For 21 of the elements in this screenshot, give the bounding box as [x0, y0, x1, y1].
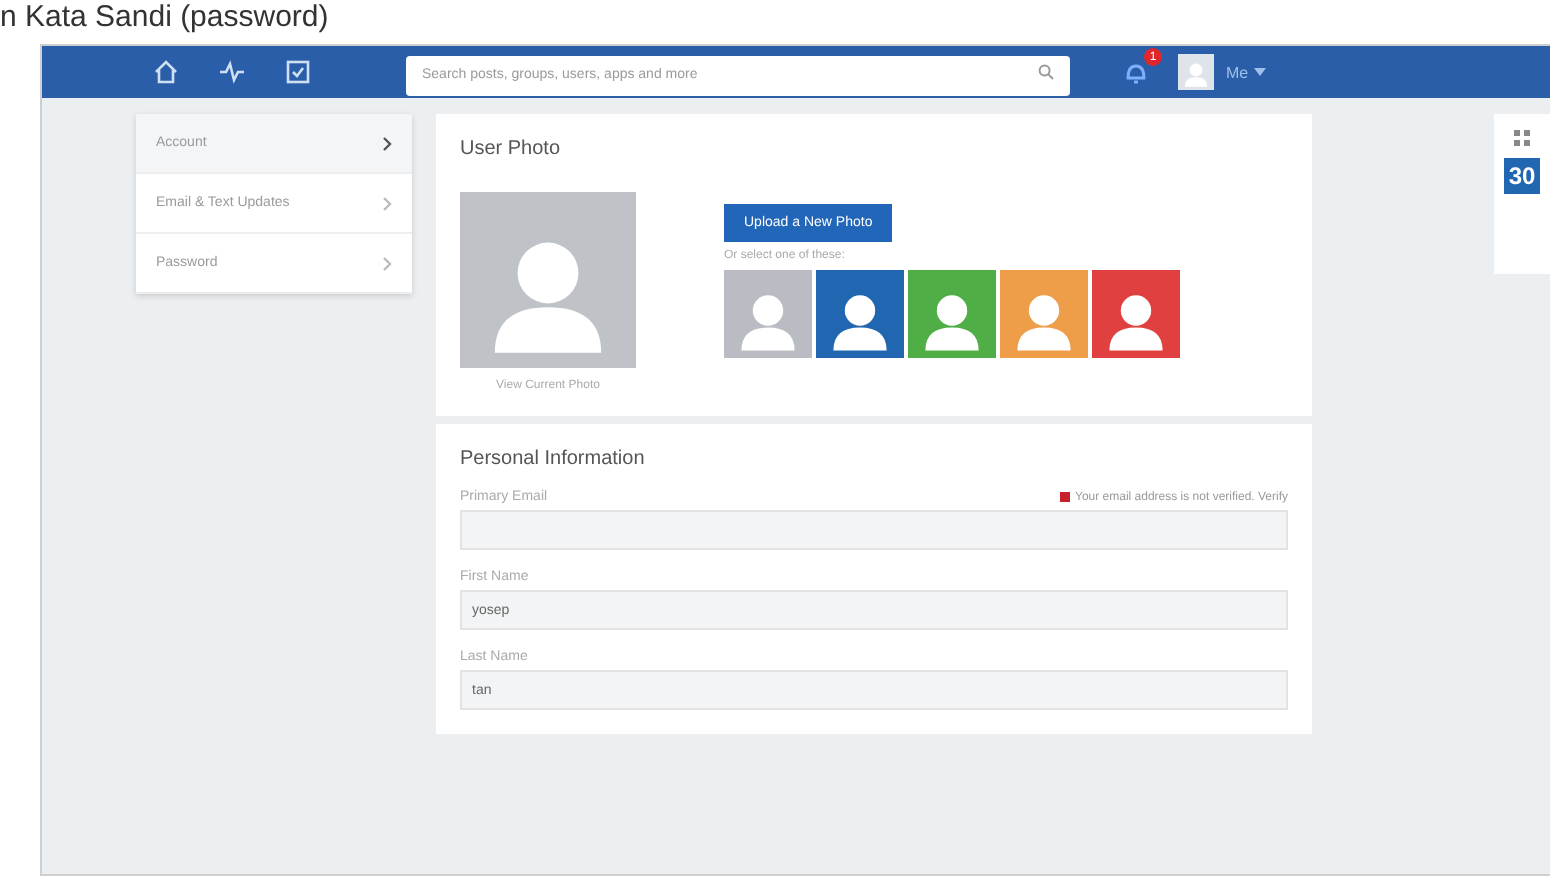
checklist-icon[interactable]: [284, 58, 312, 86]
current-photo[interactable]: [460, 192, 636, 368]
user-menu[interactable]: Me: [1226, 63, 1249, 81]
search-icon: [1038, 64, 1054, 80]
grid-icon[interactable]: [1514, 130, 1530, 146]
chevron-icon: [382, 135, 392, 151]
calendar-icon[interactable]: 30: [1504, 158, 1540, 194]
avatar-option[interactable]: [1092, 270, 1180, 358]
chevron-icon: [382, 255, 392, 271]
caption-text: n Kata Sandi (password): [0, 0, 329, 38]
person-icon: [1180, 58, 1212, 90]
section-title: User Photo: [460, 138, 563, 160]
caret-icon[interactable]: [1254, 68, 1267, 76]
pulse-icon[interactable]: [218, 58, 246, 86]
avatar-option[interactable]: [816, 270, 904, 358]
home-icon[interactable]: [152, 58, 180, 86]
warning-icon: [1059, 492, 1069, 502]
chevron-icon: [382, 195, 392, 211]
section-title: Personal Information: [460, 448, 647, 470]
avatar-option[interactable]: [908, 270, 996, 358]
input-field[interactable]: [460, 510, 1288, 550]
